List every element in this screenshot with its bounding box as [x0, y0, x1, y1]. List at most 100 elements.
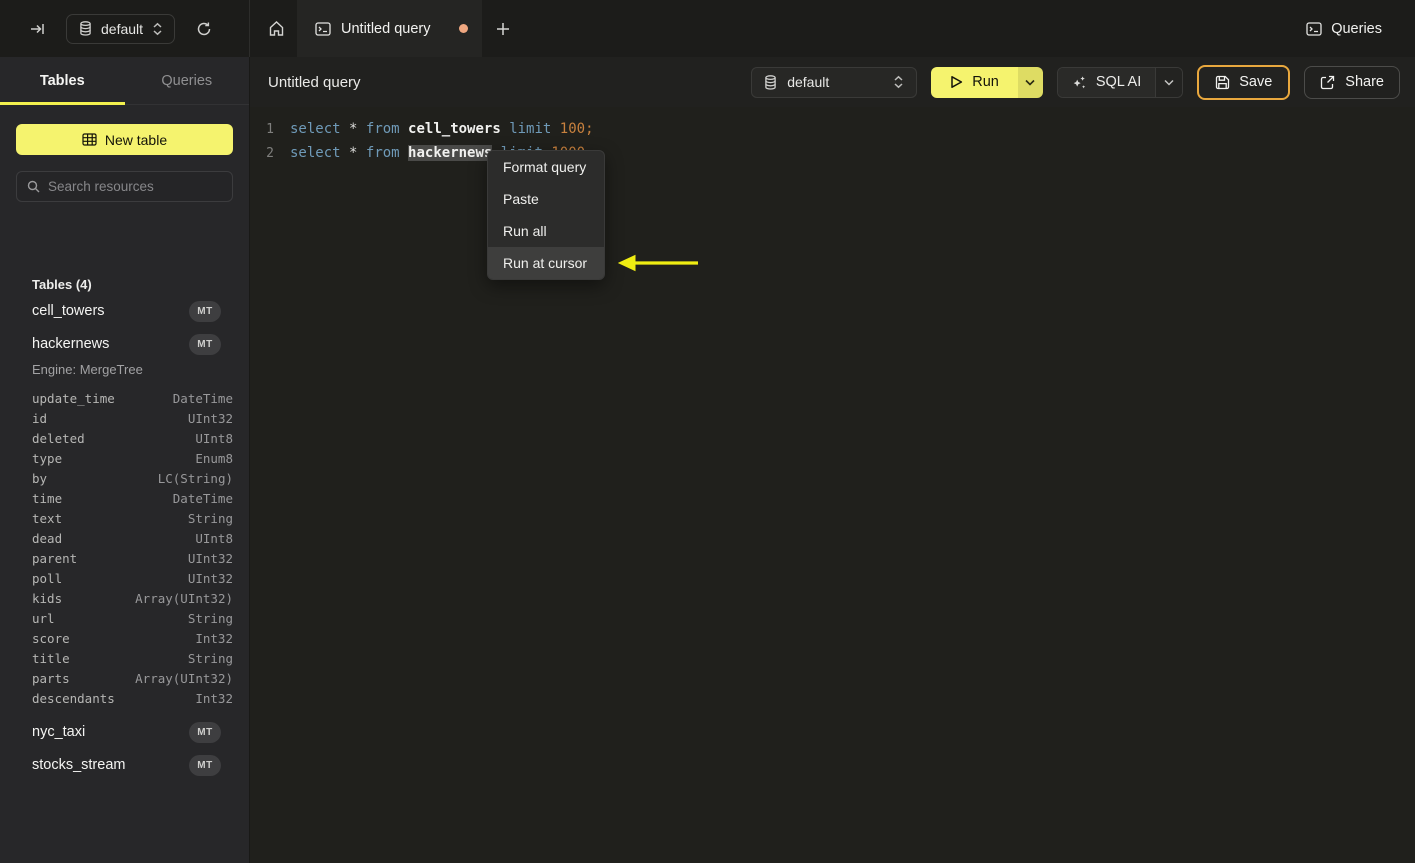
updown-chevron-icon: [893, 75, 904, 89]
column-row: kids Array(UInt32): [32, 588, 233, 608]
play-icon: [950, 75, 963, 89]
terminal-icon: [1306, 21, 1322, 36]
sql-ai-split-button: SQL AI: [1056, 66, 1184, 98]
menu-item-run-at-cursor[interactable]: Run at cursor: [488, 247, 604, 279]
new-tab-button[interactable]: [488, 14, 518, 44]
tab-untitled-query[interactable]: Untitled query: [297, 0, 482, 57]
menu-item-format-query[interactable]: Format query: [488, 151, 604, 183]
column-type: UInt32: [187, 410, 233, 426]
run-options-caret[interactable]: [1017, 66, 1043, 98]
search-icon: [27, 180, 40, 193]
home-icon[interactable]: [263, 16, 289, 42]
column-row: type Enum8: [32, 448, 233, 468]
save-button[interactable]: Save: [1197, 64, 1291, 100]
query-title: Untitled query: [268, 73, 361, 91]
column-type: String: [187, 610, 233, 626]
column-row: poll UInt32: [32, 568, 233, 588]
column-type: Array(UInt32): [135, 590, 233, 606]
updown-chevron-icon: [152, 22, 163, 36]
code-token: 100;: [559, 121, 594, 137]
refresh-icon[interactable]: [191, 16, 217, 42]
column-type: String: [187, 510, 233, 526]
engine-badge: MT: [189, 721, 221, 743]
run-button-label: Run: [972, 74, 999, 90]
queries-button[interactable]: Queries: [1306, 21, 1382, 37]
column-type: Int32: [195, 690, 233, 706]
editor-header: Untitled query default Run SQL AI Save S…: [250, 57, 1415, 107]
topbar-database-selector[interactable]: default: [66, 13, 176, 44]
sparkles-icon: [1072, 75, 1087, 90]
annotation-arrow-icon: [617, 254, 698, 272]
line-number: 2: [266, 145, 274, 161]
column-type: LC(String): [157, 470, 233, 486]
sidebar: Tables Queries New table Tables (4) cell…: [0, 57, 250, 863]
column-name: deleted: [32, 430, 85, 446]
sidebar-tab-tables[interactable]: Tables: [0, 57, 125, 104]
line-number: 1: [266, 121, 274, 137]
menu-item-run-all[interactable]: Run all: [488, 215, 604, 247]
search-resources-input[interactable]: [48, 179, 225, 194]
editor-database-value: default: [787, 74, 830, 90]
table-row-nyc-taxi[interactable]: nyc_taxi MT: [16, 718, 233, 746]
sidebar-tab-queries[interactable]: Queries: [125, 57, 250, 104]
collapse-sidebar-icon[interactable]: [24, 16, 50, 42]
code-token: limit: [509, 121, 552, 137]
code-line-content: select * from cell_towers limit 100;: [290, 121, 594, 137]
share-export-icon: [1320, 75, 1335, 90]
search-resources-box: [16, 171, 233, 202]
tab-strip: Untitled query Queries: [250, 0, 1415, 57]
tab-title: Untitled query: [341, 20, 431, 37]
database-icon: [764, 74, 777, 90]
table-row-stocks-stream[interactable]: stocks_stream MT: [16, 751, 233, 779]
column-row: by LC(String): [32, 468, 233, 488]
sidebar-tab-tables-label: Tables: [39, 72, 85, 89]
sql-ai-caret[interactable]: [1155, 67, 1183, 97]
table-grid-icon: [82, 133, 97, 146]
column-row: parts Array(UInt32): [32, 668, 233, 688]
unsaved-changes-dot: [459, 24, 468, 33]
sql-ai-button[interactable]: SQL AI: [1057, 67, 1156, 97]
tables-section-label: Tables (4): [32, 277, 92, 292]
menu-item-paste[interactable]: Paste: [488, 183, 604, 215]
column-name: kids: [32, 590, 63, 606]
sql-editor[interactable]: 1 select * from cell_towers limit 100; 2…: [250, 107, 1415, 863]
code-token: from: [365, 145, 400, 161]
active-tab-underline: [0, 102, 125, 105]
table-name: cell_towers: [32, 303, 105, 319]
column-row: time DateTime: [32, 488, 233, 508]
column-row: dead UInt8: [32, 528, 233, 548]
engine-badge: MT: [189, 754, 221, 776]
column-name: poll: [32, 570, 63, 586]
column-row: url String: [32, 608, 233, 628]
code-line-1[interactable]: 1 select * from cell_towers limit 100;: [250, 117, 594, 141]
column-name: dead: [32, 530, 63, 546]
code-token: from: [365, 121, 400, 137]
column-row: descendants Int32: [32, 688, 233, 708]
terminal-icon: [315, 21, 331, 36]
column-type: Array(UInt32): [135, 670, 233, 686]
column-type: DateTime: [172, 490, 233, 506]
sql-ai-button-label: SQL AI: [1095, 74, 1142, 90]
column-name: parts: [32, 670, 70, 686]
table-name: stocks_stream: [32, 757, 126, 773]
column-name: url: [32, 610, 55, 626]
hackernews-columns: update_time DateTime id UInt32 deleted UInt8 t…: [32, 388, 233, 708]
share-button[interactable]: Share: [1304, 65, 1400, 99]
topbar-left-section: default: [0, 0, 250, 57]
engine-label: Engine: MergeTree: [32, 362, 143, 377]
column-row: score Int32: [32, 628, 233, 648]
new-table-button[interactable]: New table: [16, 124, 233, 155]
editor-database-selector[interactable]: default: [751, 66, 918, 98]
column-name: score: [32, 630, 70, 646]
column-type: UInt8: [195, 430, 233, 446]
table-row-cell-towers[interactable]: cell_towers MT: [16, 297, 233, 325]
table-row-hackernews[interactable]: hackernews MT: [16, 330, 233, 358]
column-row: deleted UInt8: [32, 428, 233, 448]
run-button[interactable]: Run: [931, 66, 1018, 98]
table-name: nyc_taxi: [32, 724, 86, 740]
column-name: type: [32, 450, 63, 466]
column-type: Int32: [195, 630, 233, 646]
